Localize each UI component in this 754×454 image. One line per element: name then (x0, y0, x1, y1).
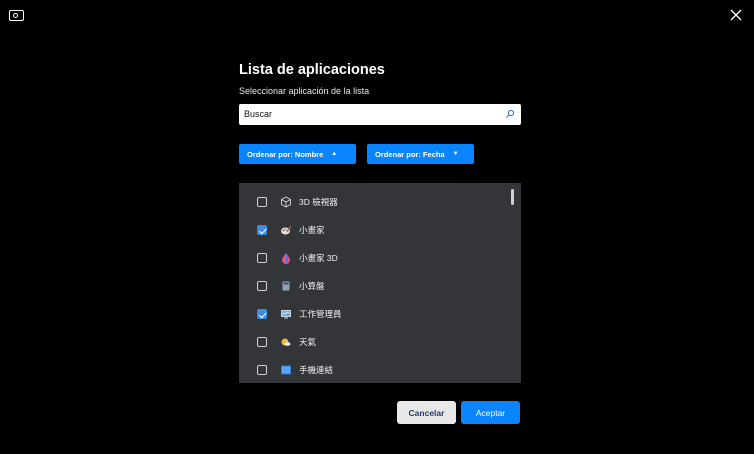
sort-by-name-button[interactable]: Ordenar por: Nombre ▲ (239, 144, 356, 164)
phone-link-icon (281, 365, 291, 375)
checkbox[interactable] (257, 253, 267, 263)
task-manager-icon (281, 310, 291, 319)
list-item[interactable]: 手機連結 (239, 356, 501, 383)
accept-button[interactable]: Aceptar (461, 401, 520, 424)
checkbox[interactable] (257, 197, 267, 207)
weather-icon (281, 338, 291, 346)
list-item[interactable]: 天氣 (239, 328, 501, 356)
list-item[interactable]: 工作管理員 (239, 300, 501, 328)
app-name: 小算盤 (299, 281, 325, 291)
checkbox[interactable] (257, 337, 267, 347)
calculator-icon (282, 281, 290, 291)
sort-by-date-button[interactable]: Ordenar por: Fecha ▼ (367, 144, 474, 164)
monitor-icon (9, 10, 24, 21)
paint3d-icon (282, 253, 290, 264)
sort-by-date-label: Ordenar por: Fecha (375, 149, 445, 159)
app-list-dialog: Lista de aplicaciones Seleccionar aplica… (239, 0, 521, 454)
close-button[interactable] (728, 7, 744, 23)
checkbox[interactable] (257, 225, 267, 235)
app-name: 天氣 (299, 337, 317, 347)
cancel-button[interactable]: Cancelar (397, 401, 456, 424)
checkbox[interactable] (257, 309, 267, 319)
search-input[interactable]: Buscar (239, 104, 521, 125)
cube-icon (281, 196, 291, 208)
app-name: 3D 檢視器 (299, 197, 338, 207)
caret-up-icon: ▲ (331, 151, 338, 157)
search-icon[interactable] (505, 109, 515, 119)
list-item[interactable]: 小畫家 3D (239, 244, 501, 272)
app-name: 小畫家 (299, 225, 325, 235)
app-name: 小畫家 3D (299, 253, 338, 263)
caret-down-icon: ▼ (452, 151, 459, 157)
scrollbar[interactable] (511, 189, 514, 205)
app-name: 工作管理員 (299, 309, 342, 319)
list-item[interactable]: 小算盤 (239, 272, 501, 300)
app-list: 3D 檢視器 小畫家 小畫家 3D 小算盤 工作管理員 天氣 手機連結 (239, 183, 521, 383)
list-item[interactable]: 小畫家 (239, 216, 501, 244)
paint-icon (281, 225, 292, 235)
app-name: 手機連結 (299, 365, 334, 375)
checkbox[interactable] (257, 281, 267, 291)
sort-by-name-label: Ordenar por: Nombre (247, 149, 324, 159)
list-item[interactable]: 3D 檢視器 (239, 188, 501, 216)
search-input-value: Buscar (244, 109, 273, 119)
close-icon (730, 9, 742, 21)
dialog-subtitle: Seleccionar aplicación de la lista (239, 86, 370, 96)
checkbox[interactable] (257, 365, 267, 375)
dialog-title: Lista de aplicaciones (239, 62, 385, 78)
